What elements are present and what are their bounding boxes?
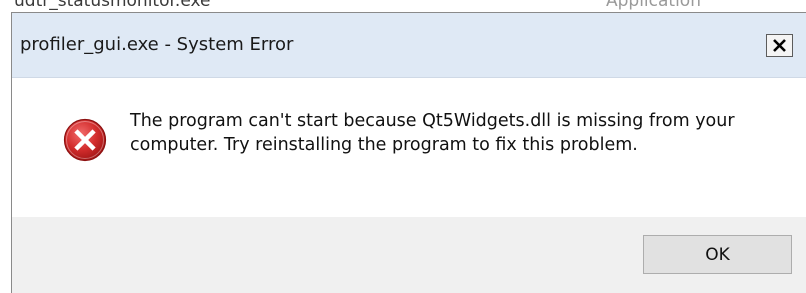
background-file-row: udtr_statusmonitor.exe Application [0, 0, 806, 11]
error-icon [63, 118, 107, 162]
dialog-titlebar[interactable]: profiler_gui.exe - System Error [12, 13, 806, 78]
close-icon [773, 39, 786, 52]
background-file-name: udtr_statusmonitor.exe [14, 0, 211, 11]
ok-button[interactable]: OK [643, 235, 792, 274]
close-button[interactable] [766, 34, 793, 57]
screen: udtr_statusmonitor.exe Application profi… [0, 0, 806, 293]
background-file-type: Application [606, 0, 701, 11]
error-message-line-1: The program can't start because Qt5Widge… [130, 111, 735, 131]
error-message: The program can't start because Qt5Widge… [130, 109, 790, 157]
error-message-line-2: computer. Try reinstalling the program t… [130, 135, 638, 155]
dialog-title: profiler_gui.exe - System Error [20, 34, 294, 55]
dialog-content: The program can't start because Qt5Widge… [12, 78, 806, 217]
dialog-footer: OK [12, 217, 806, 293]
system-error-dialog: profiler_gui.exe - System Error The prog… [11, 12, 806, 293]
